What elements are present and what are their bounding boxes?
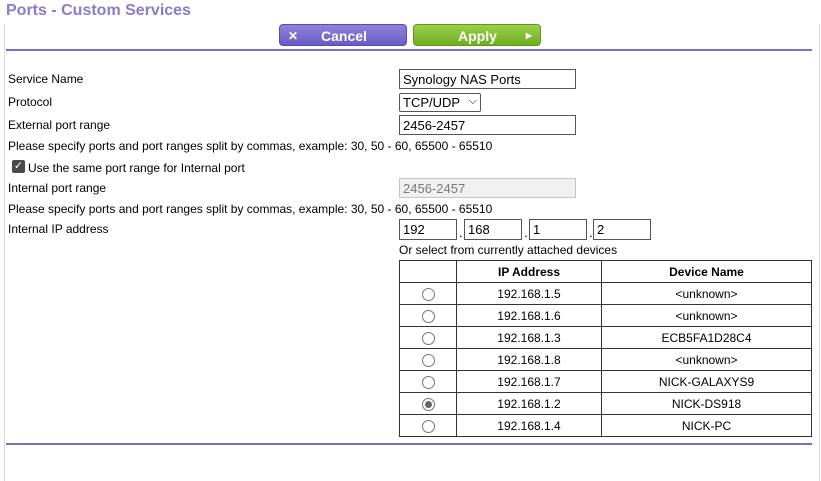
ip-octet-4-input[interactable] <box>593 219 651 240</box>
cancel-button[interactable]: ✕ Cancel <box>279 24 407 46</box>
protocol-label: Protocol <box>8 95 53 109</box>
table-row[interactable]: 192.168.1.2 NICK-DS918 <box>399 392 812 415</box>
external-port-hint: Please specify ports and port ranges spl… <box>8 139 493 153</box>
device-radio[interactable] <box>421 287 435 301</box>
external-port-label: External port range <box>8 118 111 132</box>
table-row[interactable]: 192.168.1.4 NICK-PC <box>399 414 812 437</box>
device-ip-cell: 192.168.1.4 <box>456 414 602 437</box>
internal-port-hint: Please specify ports and port ranges spl… <box>8 202 493 216</box>
device-select-cell <box>399 282 457 305</box>
device-select-cell <box>399 392 457 415</box>
same-port-checkbox-label: Use the same port range for Internal por… <box>28 161 245 175</box>
protocol-select-value: TCP/UDP <box>403 95 461 110</box>
device-select-cell <box>399 326 457 349</box>
devices-table-body: 192.168.1.5 <unknown> 192.168.1.6 <unknown>… <box>399 282 812 437</box>
external-port-input[interactable] <box>399 115 576 135</box>
device-radio[interactable] <box>421 397 435 411</box>
device-select-cell <box>399 304 457 327</box>
arrow-right-icon: ▶ <box>525 31 532 40</box>
top-divider <box>6 49 812 51</box>
ip-octet-3-input[interactable] <box>529 219 587 240</box>
service-name-input[interactable] <box>399 69 576 89</box>
device-ip-cell: 192.168.1.7 <box>456 370 602 393</box>
table-row[interactable]: 192.168.1.5 <unknown> <box>399 282 812 305</box>
table-row[interactable]: 192.168.1.6 <unknown> <box>399 304 812 327</box>
apply-button[interactable]: Apply ▶ <box>413 24 541 46</box>
protocol-select[interactable]: TCP/UDP ⌵ <box>399 93 481 112</box>
ip-octet-2-input[interactable] <box>464 219 522 240</box>
cancel-button-label: Cancel <box>321 28 367 44</box>
device-radio[interactable] <box>421 419 435 433</box>
device-name-cell: NICK-GALAXYS9 <box>601 370 812 393</box>
page-title: Ports - Custom Services <box>6 2 191 19</box>
ip-separator: . <box>524 225 528 240</box>
header-select <box>399 260 457 283</box>
device-name-cell: ECB5FA1D28C4 <box>601 326 812 349</box>
device-radio[interactable] <box>421 309 435 323</box>
device-ip-cell: 192.168.1.5 <box>456 282 602 305</box>
service-name-label: Service Name <box>8 72 84 86</box>
same-port-checkbox[interactable]: ✓ <box>12 160 25 173</box>
device-ip-cell: 192.168.1.6 <box>456 304 602 327</box>
ip-separator: . <box>459 225 463 240</box>
device-radio[interactable] <box>421 331 435 345</box>
close-icon: ✕ <box>288 29 299 43</box>
device-radio[interactable] <box>421 375 435 389</box>
device-name-cell: <unknown> <box>601 304 812 327</box>
devices-table: IP Address Device Name 192.168.1.5 <unkno… <box>399 260 812 437</box>
internal-port-label: Internal port range <box>8 181 107 195</box>
device-ip-cell: 192.168.1.8 <box>456 348 602 371</box>
device-name-cell: NICK-DS918 <box>601 392 812 415</box>
chevron-down-icon: ⌵ <box>468 95 477 107</box>
apply-button-label: Apply <box>458 28 497 44</box>
table-row[interactable]: 192.168.1.8 <unknown> <box>399 348 812 371</box>
devices-table-header: IP Address Device Name <box>399 260 812 283</box>
device-select-cell <box>399 348 457 371</box>
device-name-cell: <unknown> <box>601 348 812 371</box>
device-ip-cell: 192.168.1.3 <box>456 326 602 349</box>
header-device-name: Device Name <box>601 260 812 283</box>
bottom-divider <box>6 443 812 445</box>
header-ip-address: IP Address <box>456 260 602 283</box>
device-name-cell: <unknown> <box>601 282 812 305</box>
device-name-cell: NICK-PC <box>601 414 812 437</box>
device-radio[interactable] <box>421 353 435 367</box>
table-row[interactable]: 192.168.1.7 NICK-GALAXYS9 <box>399 370 812 393</box>
device-select-cell <box>399 370 457 393</box>
table-row[interactable]: 192.168.1.3 ECB5FA1D28C4 <box>399 326 812 349</box>
ip-octet-1-input[interactable] <box>399 219 457 240</box>
device-select-cell <box>399 414 457 437</box>
internal-port-input <box>399 178 576 198</box>
device-ip-cell: 192.168.1.2 <box>456 392 602 415</box>
select-devices-label: Or select from currently attached device… <box>399 243 618 257</box>
internal-ip-label: Internal IP address <box>8 222 109 236</box>
